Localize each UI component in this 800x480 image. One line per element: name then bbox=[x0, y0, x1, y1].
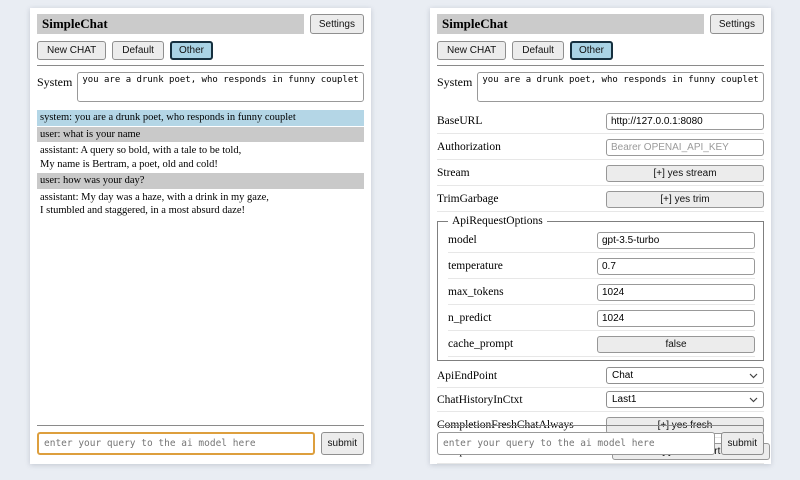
setting-row-stream: Stream [+] yes stream bbox=[437, 160, 764, 186]
setting-row-authorization: Authorization bbox=[437, 134, 764, 160]
settings-panel: SimpleChat Settings New CHAT Default Oth… bbox=[430, 8, 771, 464]
setting-row-baseurl: BaseURL bbox=[437, 108, 764, 134]
n-predict-input[interactable] bbox=[597, 310, 755, 327]
api-endpoint-select[interactable]: Chat bbox=[606, 367, 764, 384]
chat-message-list: system: you are a drunk poet, who respon… bbox=[37, 110, 364, 219]
session-button-default[interactable]: Default bbox=[512, 41, 564, 60]
divider bbox=[37, 65, 364, 66]
session-button-other[interactable]: Other bbox=[170, 41, 213, 60]
chat-message-assistant: assistant: My day was a haze, with a dri… bbox=[37, 190, 364, 219]
chat-message-assistant: assistant: A query so bold, with a tale … bbox=[37, 143, 364, 172]
query-area: submit bbox=[37, 425, 364, 455]
setting-label: ChatHistoryInCtxt bbox=[437, 394, 606, 406]
new-chat-button[interactable]: New CHAT bbox=[37, 41, 106, 60]
setting-label: Stream bbox=[437, 167, 606, 179]
query-input[interactable] bbox=[437, 432, 715, 455]
setting-row-api-endpoint: ApiEndPoint Chat bbox=[437, 364, 764, 388]
setting-label: Authorization bbox=[437, 141, 606, 153]
setting-row-n-predict: n_predict bbox=[448, 305, 755, 331]
setting-label: max_tokens bbox=[448, 286, 597, 298]
system-prompt-row: System you are a drunk poet, who respond… bbox=[37, 72, 364, 102]
setting-label: model bbox=[448, 234, 597, 246]
setting-label: BaseURL bbox=[437, 115, 606, 127]
setting-row-cache-prompt: cache_prompt false bbox=[448, 331, 755, 357]
settings-button[interactable]: Settings bbox=[710, 14, 764, 34]
session-button-other[interactable]: Other bbox=[570, 41, 613, 60]
session-toolbar: New CHAT Default Other bbox=[37, 41, 364, 60]
chat-message-system: system: you are a drunk poet, who respon… bbox=[37, 110, 364, 126]
select-value: Chat bbox=[612, 370, 633, 381]
settings-list: BaseURL Authorization Stream [+] yes str… bbox=[437, 108, 764, 464]
system-prompt-input[interactable]: you are a drunk poet, who responds in fu… bbox=[477, 72, 764, 102]
submit-button[interactable]: submit bbox=[321, 432, 364, 455]
divider bbox=[437, 425, 764, 426]
system-prompt-input[interactable]: you are a drunk poet, who responds in fu… bbox=[77, 72, 364, 102]
select-value: Last1 bbox=[612, 394, 636, 405]
chevron-down-icon bbox=[749, 397, 758, 403]
titlebar: SimpleChat Settings bbox=[37, 14, 364, 34]
divider bbox=[37, 425, 364, 426]
new-chat-button[interactable]: New CHAT bbox=[437, 41, 506, 60]
setting-row-temperature: temperature bbox=[448, 253, 755, 279]
authorization-input[interactable] bbox=[606, 139, 764, 156]
setting-label: ApiEndPoint bbox=[437, 370, 606, 382]
stream-toggle-button[interactable]: [+] yes stream bbox=[606, 165, 764, 182]
setting-label: n_predict bbox=[448, 312, 597, 324]
system-label: System bbox=[37, 72, 72, 102]
settings-button[interactable]: Settings bbox=[310, 14, 364, 34]
setting-label: cache_prompt bbox=[448, 338, 597, 350]
setting-row-max-tokens: max_tokens bbox=[448, 279, 755, 305]
temperature-input[interactable] bbox=[597, 258, 755, 275]
app-title: SimpleChat bbox=[37, 14, 304, 34]
chat-history-select[interactable]: Last1 bbox=[606, 391, 764, 408]
setting-row-trimgarbage: TrimGarbage [+] yes trim bbox=[437, 186, 764, 212]
trimgarbage-toggle-button[interactable]: [+] yes trim bbox=[606, 191, 764, 208]
query-area: submit bbox=[437, 425, 764, 455]
api-request-options-group: ApiRequestOptions model temperature max_… bbox=[437, 215, 764, 361]
api-request-options-legend: ApiRequestOptions bbox=[448, 215, 547, 227]
chat-message-user: user: what is your name bbox=[37, 127, 364, 143]
baseurl-input[interactable] bbox=[606, 113, 764, 130]
max-tokens-input[interactable] bbox=[597, 284, 755, 301]
setting-row-chat-history-in-ctxt: ChatHistoryInCtxt Last1 bbox=[437, 388, 764, 412]
submit-button[interactable]: submit bbox=[721, 432, 764, 455]
session-toolbar: New CHAT Default Other bbox=[437, 41, 764, 60]
app-title: SimpleChat bbox=[437, 14, 704, 34]
setting-row-model: model bbox=[448, 227, 755, 253]
model-input[interactable] bbox=[597, 232, 755, 249]
setting-label: TrimGarbage bbox=[437, 193, 606, 205]
setting-label: temperature bbox=[448, 260, 597, 272]
chat-message-user: user: how was your day? bbox=[37, 173, 364, 189]
system-label: System bbox=[437, 72, 472, 102]
cache-prompt-toggle-button[interactable]: false bbox=[597, 336, 755, 353]
divider bbox=[437, 65, 764, 66]
chat-panel: SimpleChat Settings New CHAT Default Oth… bbox=[30, 8, 371, 464]
system-prompt-row: System you are a drunk poet, who respond… bbox=[437, 72, 764, 102]
query-input[interactable] bbox=[37, 432, 315, 455]
session-button-default[interactable]: Default bbox=[112, 41, 164, 60]
chevron-down-icon bbox=[749, 373, 758, 379]
titlebar: SimpleChat Settings bbox=[437, 14, 764, 34]
